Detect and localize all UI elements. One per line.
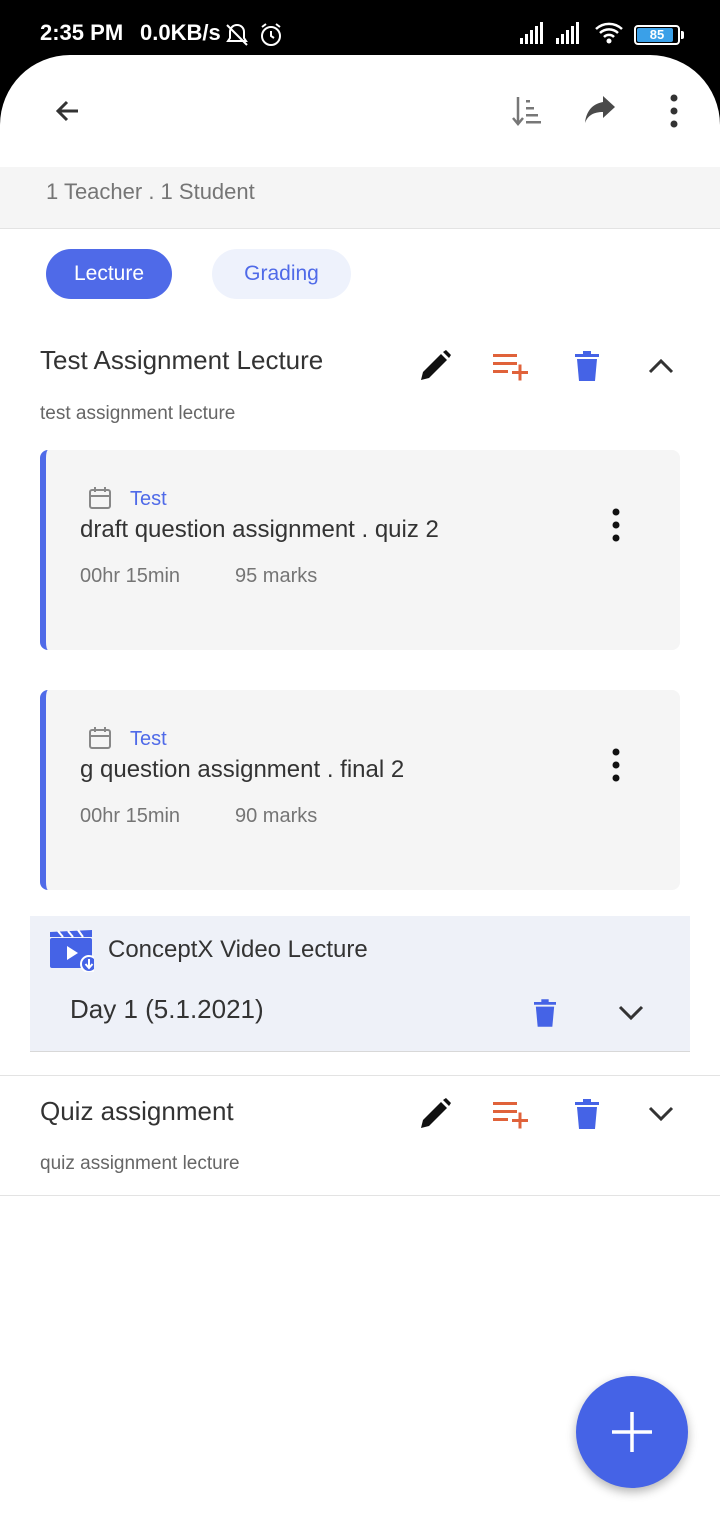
arrow-left-icon xyxy=(55,100,78,122)
assignment-card[interactable]: Test g question assignment . final 2 00h… xyxy=(40,690,680,890)
playlist-add-icon xyxy=(493,354,528,381)
playlist-add-icon xyxy=(493,1102,528,1129)
calendar-icon xyxy=(89,727,111,749)
assignment-marks: 90 marks xyxy=(235,805,318,827)
trash-icon xyxy=(575,1099,599,1129)
section-description: test assignment lecture xyxy=(40,403,236,424)
pencil-icon xyxy=(421,1098,451,1128)
divider xyxy=(0,1075,720,1076)
assignment-title: g question assignment . final 2 xyxy=(80,756,405,783)
section-description: quiz assignment lecture xyxy=(40,1153,240,1174)
app-sheet: 1 Teacher . 1 Student Lecture Grading Te… xyxy=(0,55,720,1520)
assignment-more-button[interactable] xyxy=(596,740,636,790)
assignment-duration: 00hr 15min xyxy=(80,805,181,827)
members-count: 1 Teacher . 1 Student xyxy=(46,179,255,204)
chevron-up-icon xyxy=(648,358,674,374)
section-title: Quiz assignment xyxy=(40,1096,234,1126)
video-lecture-day: Day 1 (5.1.2021) xyxy=(70,994,264,1024)
alarm-icon xyxy=(258,22,284,53)
status-bar: 2:35 PM 0.0KB/s 85 xyxy=(0,0,720,60)
calendar-icon xyxy=(89,487,111,509)
delete-section-button[interactable] xyxy=(564,1091,610,1137)
sort-button[interactable] xyxy=(502,87,550,135)
assignment-marks: 95 marks xyxy=(235,565,318,587)
muted-bell-icon xyxy=(224,22,250,53)
trash-icon xyxy=(575,351,599,381)
signal-icon xyxy=(520,22,548,49)
status-time: 2:35 PM xyxy=(40,20,124,45)
add-to-section-button[interactable] xyxy=(488,343,534,389)
status-network-speed: 0.0KB/s xyxy=(140,20,221,45)
collapse-section-button[interactable] xyxy=(638,343,684,389)
assignment-tag: Test xyxy=(130,728,167,750)
video-lecture-icon xyxy=(50,929,94,972)
wifi-icon xyxy=(594,22,624,49)
delete-video-button[interactable] xyxy=(522,990,568,1036)
video-lecture-title: ConceptX Video Lecture xyxy=(108,936,368,963)
video-lecture-item[interactable]: ConceptX Video Lecture Day 1 (5.1.2021) xyxy=(30,916,690,1052)
more-vertical-icon xyxy=(612,748,620,782)
chevron-down-icon xyxy=(618,1005,644,1021)
expand-section-button[interactable] xyxy=(638,1091,684,1137)
add-fab-button[interactable] xyxy=(576,1376,688,1488)
more-vertical-icon xyxy=(670,94,678,128)
more-vertical-icon xyxy=(612,508,620,542)
battery-tip xyxy=(681,31,684,39)
divider xyxy=(0,1195,720,1196)
members-bar: 1 Teacher . 1 Student xyxy=(0,167,720,229)
battery-icon: 85 xyxy=(634,25,680,45)
trash-icon xyxy=(534,999,556,1027)
tab-lecture[interactable]: Lecture xyxy=(46,249,172,299)
edit-section-button[interactable] xyxy=(412,343,458,389)
assignment-more-button[interactable] xyxy=(596,500,636,550)
assignment-title: draft question assignment . quiz 2 xyxy=(80,516,439,543)
expand-video-button[interactable] xyxy=(608,990,654,1036)
assignment-tag: Test xyxy=(130,488,167,510)
more-button[interactable] xyxy=(650,87,698,135)
signal-icon-2 xyxy=(556,22,584,49)
pencil-icon xyxy=(421,350,451,380)
assignment-duration: 00hr 15min xyxy=(80,565,181,587)
plus-icon xyxy=(612,1412,652,1452)
sort-icon xyxy=(512,97,541,126)
share-button[interactable] xyxy=(576,87,624,135)
share-icon xyxy=(585,96,615,123)
delete-section-button[interactable] xyxy=(564,343,610,389)
chevron-down-icon xyxy=(648,1106,674,1122)
battery-level: 85 xyxy=(649,27,665,42)
add-to-section-button[interactable] xyxy=(488,1091,534,1137)
assignment-card[interactable]: Test draft question assignment . quiz 2 … xyxy=(40,450,680,650)
edit-section-button[interactable] xyxy=(412,1091,458,1137)
tab-grading[interactable]: Grading xyxy=(212,249,351,299)
section-title: Test Assignment Lecture xyxy=(40,345,324,375)
back-button[interactable] xyxy=(44,87,92,135)
